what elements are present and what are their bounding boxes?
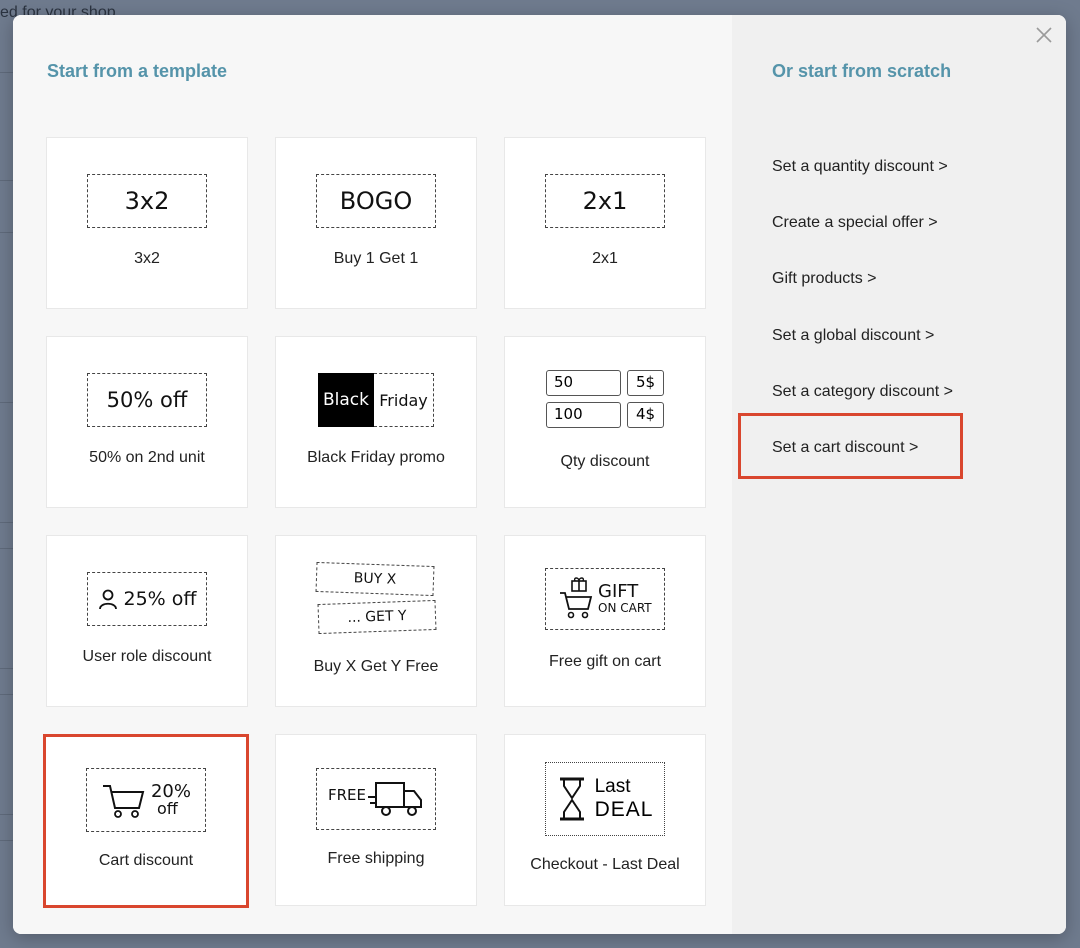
- template-badge: BOGO: [316, 174, 436, 228]
- price-field: 4$: [627, 402, 664, 428]
- template-card-user-role[interactable]: 25% off User role discount: [46, 535, 248, 707]
- close-icon[interactable]: [1034, 25, 1054, 45]
- background-divider: [0, 548, 14, 549]
- template-card-black-friday[interactable]: Black Friday Black Friday promo: [275, 336, 477, 508]
- cart-discount-text: 20% off: [151, 783, 191, 817]
- scratch-link-quantity-discount[interactable]: Set a quantity discount >: [772, 158, 948, 176]
- scratch-link-cart-discount[interactable]: Set a cart discount >: [772, 439, 918, 457]
- gift-badge-text: GIFT ON CART: [598, 580, 652, 616]
- template-card-2x1[interactable]: 2x1 2x1: [504, 137, 706, 309]
- black-friday-badge-left: Black: [318, 373, 374, 427]
- free-shipping-badge: FREE: [316, 768, 436, 830]
- price-field: 5$: [627, 370, 664, 396]
- user-icon: [98, 589, 117, 610]
- scratch-title: Or start from scratch: [772, 61, 952, 81]
- gift-badge: GIFT ON CART: [545, 568, 665, 630]
- truck-icon: [368, 782, 422, 816]
- template-card-qty-discount[interactable]: 50 5$ 100 4$ Qty discount: [504, 336, 706, 508]
- template-label: Free shipping: [327, 850, 425, 867]
- background-divider: [0, 814, 14, 815]
- template-badge: 50% off: [87, 373, 207, 427]
- template-badge: FREE: [327, 786, 366, 804]
- template-label: Black Friday promo: [307, 449, 445, 466]
- cart-discount-off: off: [156, 799, 178, 818]
- background-divider: [0, 668, 14, 669]
- get-y-ticket: ... GET Y: [317, 599, 437, 635]
- last-deal-badge: Last DEAL: [545, 762, 665, 836]
- template-label: Cart discount: [98, 852, 194, 869]
- scratch-link-special-offer[interactable]: Create a special offer >: [772, 214, 938, 232]
- scratch-link-category-discount[interactable]: Set a category discount >: [772, 383, 953, 401]
- qty-field: 50: [546, 370, 621, 396]
- template-card-last-deal[interactable]: Last DEAL Checkout - Last Deal: [504, 734, 706, 906]
- background-divider: [0, 72, 14, 73]
- templates-title: Start from a template: [47, 61, 228, 81]
- background-divider: [0, 180, 14, 181]
- template-badge: 2x1: [545, 174, 665, 228]
- templates-panel: Start from a template 3x2 3x2 BOGO Buy 1…: [13, 15, 732, 934]
- template-label: 2x1: [592, 250, 618, 267]
- background-divider: [0, 522, 14, 523]
- background-divider: [0, 402, 14, 403]
- black-friday-badge: Black Friday: [318, 373, 434, 427]
- background-divider: [0, 840, 14, 841]
- qty-discount-badge: 50 5$ 100 4$: [546, 370, 664, 430]
- scratch-link-gift-products[interactable]: Gift products >: [772, 270, 877, 288]
- template-label: 3x2: [134, 250, 160, 267]
- template-card-50-off[interactable]: 50% off 50% on 2nd unit: [46, 336, 248, 508]
- user-role-badge: 25% off: [87, 572, 207, 626]
- template-label: 50% on 2nd unit: [89, 449, 205, 466]
- qty-field: 100: [546, 402, 621, 428]
- template-modal: Start from a template 3x2 3x2 BOGO Buy 1…: [13, 15, 1066, 934]
- template-card-free-shipping[interactable]: FREE Free shipping: [275, 734, 477, 906]
- last-deal-text: Last DEAL: [594, 776, 654, 821]
- template-badge: 25% off: [123, 588, 197, 610]
- cart-icon: [102, 785, 145, 818]
- gift-badge-top: GIFT: [598, 580, 639, 602]
- template-card-buy-x-get-y[interactable]: BUY X ... GET Y Buy X Get Y Free: [275, 535, 477, 707]
- hourglass-icon: [559, 777, 584, 821]
- cart-discount-badge: 20% off: [86, 768, 206, 832]
- black-friday-badge-right: Friday: [374, 373, 434, 427]
- gift-cart-icon: [560, 577, 593, 619]
- background-divider: [0, 232, 14, 233]
- template-card-free-gift[interactable]: GIFT ON CART Free gift on cart: [504, 535, 706, 707]
- scratch-link-global-discount[interactable]: Set a global discount >: [772, 327, 934, 345]
- template-badge: 3x2: [87, 174, 207, 228]
- template-label: Buy X Get Y Free: [313, 658, 439, 675]
- template-label: Free gift on cart: [548, 653, 662, 670]
- last-deal-bottom: DEAL: [594, 797, 654, 821]
- template-label: Buy 1 Get 1: [333, 250, 419, 267]
- last-deal-top: Last: [594, 776, 631, 797]
- template-label: User role discount: [82, 648, 212, 665]
- gift-badge-bottom: ON CART: [598, 601, 652, 616]
- scratch-panel: Or start from scratch Set a quantity dis…: [732, 15, 1066, 934]
- template-label: Qty discount: [560, 453, 650, 470]
- buy-x-ticket: BUY X: [315, 561, 435, 597]
- template-card-3x2[interactable]: 3x2 3x2: [46, 137, 248, 309]
- background-divider: [0, 694, 14, 695]
- template-card-cart-discount[interactable]: 20% off Cart discount: [43, 734, 249, 908]
- template-card-bogo[interactable]: BOGO Buy 1 Get 1: [275, 137, 477, 309]
- template-label: Checkout - Last Deal: [530, 856, 680, 873]
